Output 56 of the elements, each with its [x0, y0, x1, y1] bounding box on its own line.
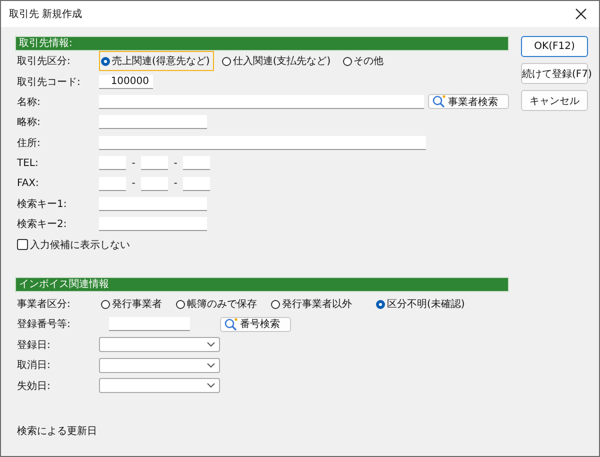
- field-label: 事業者区分:: [17, 298, 72, 312]
- field-label: 検索キー2:: [17, 218, 68, 232]
- search-button[interactable]: 番号検索: [220, 316, 291, 332]
- search-icon: [432, 95, 446, 108]
- field-label: 住所:: [17, 136, 42, 150]
- input-field[interactable]: [99, 156, 126, 170]
- search-icon: [224, 318, 238, 331]
- input-field[interactable]: [99, 94, 424, 109]
- radio-option[interactable]: 区分不明(未確認): [374, 294, 469, 314]
- input-field[interactable]: 100000: [99, 74, 153, 89]
- input-field[interactable]: [109, 317, 190, 332]
- radio-option[interactable]: 発行事業者: [99, 294, 166, 314]
- updated-label: 検索による更新日: [16, 424, 98, 438]
- field-label: 取引先区分:: [17, 54, 72, 68]
- chevron-down-icon: [207, 383, 215, 388]
- date-dropdown[interactable]: [99, 337, 220, 352]
- separator-text: -: [172, 158, 178, 169]
- separator-text: -: [172, 178, 178, 190]
- input-field[interactable]: [99, 217, 207, 232]
- field-label: 登録日:: [17, 338, 52, 352]
- field-label: FAX:: [17, 178, 40, 190]
- chevron-down-icon: [207, 342, 215, 348]
- section-header: インボイス関連情報: [15, 276, 509, 292]
- field-label: 検索キー1:: [17, 198, 68, 211]
- field-label: 取引先コード:: [17, 76, 82, 89]
- field-label: 略称:: [17, 116, 42, 130]
- input-field[interactable]: [141, 156, 168, 170]
- close-icon[interactable]: [575, 8, 587, 20]
- input-field[interactable]: [141, 176, 168, 191]
- field-label: 登録番号等:: [17, 318, 72, 332]
- field-label: TEL:: [17, 158, 40, 169]
- date-dropdown[interactable]: [99, 378, 220, 394]
- input-field[interactable]: [183, 176, 210, 191]
- field-label: 失効日:: [17, 380, 52, 393]
- chevron-down-icon: [207, 362, 215, 368]
- field-label: 名称:: [17, 96, 42, 109]
- input-field[interactable]: [99, 196, 207, 211]
- window-title: 取引先 新規作成: [9, 8, 82, 21]
- input-field[interactable]: [183, 156, 210, 170]
- date-dropdown[interactable]: [99, 358, 220, 373]
- dialog-button[interactable]: キャンセル: [521, 90, 588, 111]
- dialog-button[interactable]: OK(F12): [521, 36, 588, 57]
- separator-text: -: [130, 158, 136, 169]
- checkbox-option[interactable]: 入力候補に表示しない: [17, 238, 130, 252]
- radio-option[interactable]: 売上関連(得意先など): [99, 51, 214, 72]
- radio-option[interactable]: 仕入関連(支払先など): [220, 51, 335, 72]
- section-header: 取引先情報:: [15, 36, 509, 51]
- search-button[interactable]: 事業者検索: [428, 94, 509, 110]
- radio-option[interactable]: その他: [340, 51, 388, 72]
- input-field[interactable]: [99, 136, 426, 150]
- field-label: 取消日:: [17, 358, 52, 372]
- radio-option[interactable]: 発行事業者以外: [269, 294, 356, 314]
- separator-text: -: [130, 178, 136, 190]
- input-field[interactable]: [99, 176, 126, 191]
- radio-option[interactable]: 帳簿のみで保存: [174, 294, 261, 314]
- input-field[interactable]: [99, 115, 207, 130]
